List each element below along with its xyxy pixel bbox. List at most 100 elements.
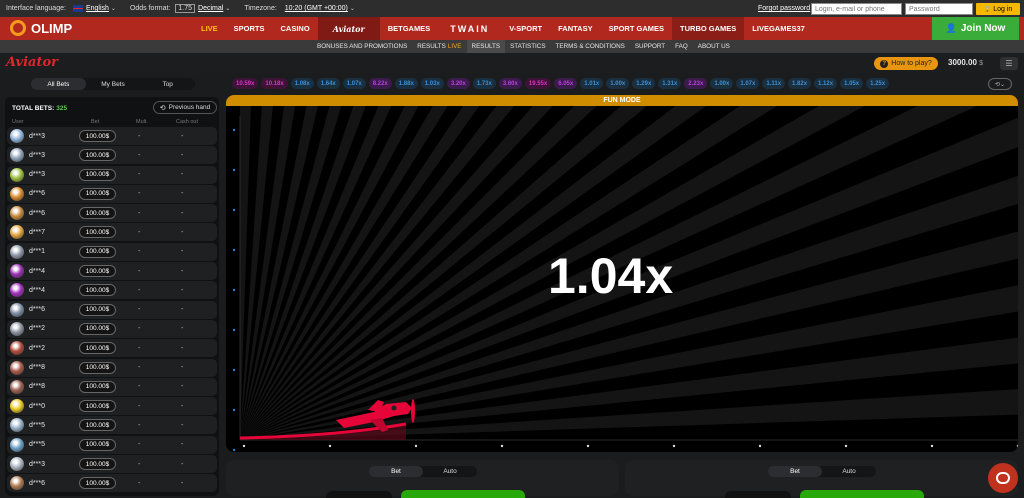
tab-auto[interactable]: Auto	[822, 466, 876, 477]
subnav-bonuses-label: BONUSES AND PROMOTIONS	[317, 43, 408, 50]
table-row: d***1 100.00$ - -	[7, 242, 217, 261]
place-bet-button[interactable]	[800, 490, 924, 498]
join-now-button[interactable]: 👤 Join Now	[932, 17, 1019, 40]
history-multiplier-badge[interactable]: 1.29x	[632, 78, 656, 89]
row-mult: -	[138, 325, 141, 333]
language-value[interactable]: English	[86, 5, 109, 12]
aviator-logo: Aviator	[6, 55, 58, 70]
balance-amount: 3000.00	[948, 58, 977, 67]
history-multiplier-badge[interactable]: 3.60x	[498, 78, 522, 89]
table-row: d***6 100.00$ - -	[7, 184, 217, 203]
row-cashout: -	[181, 190, 184, 198]
avatar	[10, 148, 24, 163]
tab-auto[interactable]: Auto	[423, 466, 477, 477]
history-multiplier-badge[interactable]: 1.08x	[290, 78, 314, 89]
history-multiplier-badge[interactable]: 1.73x	[472, 78, 496, 89]
avatar	[10, 283, 24, 298]
row-mult: -	[138, 421, 141, 429]
chat-button[interactable]	[988, 463, 1018, 493]
row-cashout: -	[181, 286, 184, 294]
nav-item-betgames[interactable]: BETGAMES	[380, 17, 439, 40]
forgot-password-link[interactable]: Forgot password	[758, 5, 810, 12]
hamburger-menu-icon[interactable]: ☰	[1000, 57, 1018, 70]
table-row: d***8 100.00$ - -	[7, 377, 217, 396]
nav-item-twain[interactable]: TWAIN	[438, 17, 501, 40]
timezone-setting[interactable]: Timezone: 10:20 (GMT +00:00) ⌄	[244, 5, 355, 12]
history-multiplier-badge[interactable]: 1.25x	[866, 78, 890, 89]
history-multiplier-badge[interactable]: 1.31x	[658, 78, 682, 89]
timezone-value[interactable]: 10:20 (GMT +00:00)	[285, 5, 348, 12]
avatar	[10, 302, 24, 317]
history-multiplier-badge[interactable]: 1.82x	[788, 78, 812, 89]
nav-item-aviator[interactable]: Aviator	[317, 17, 380, 40]
odds-setting[interactable]: Odds format: 1.75 Decimal ⌄	[130, 4, 230, 13]
history-multiplier-badge[interactable]: 1.01x	[580, 78, 604, 89]
subnav-bonuses[interactable]: BONUSES AND PROMOTIONS	[312, 40, 412, 53]
history-multiplier-badge[interactable]: 10.59x	[232, 78, 259, 89]
login-input[interactable]	[811, 3, 902, 15]
bet-amount-control[interactable]	[725, 491, 791, 498]
row-bet: 100.00$	[79, 380, 116, 393]
row-bet: 100.00$	[79, 168, 116, 181]
history-multiplier-badge[interactable]: 1.03x	[420, 78, 444, 89]
row-bet: 100.00$	[79, 342, 116, 355]
tab-all-bets[interactable]: All Bets	[31, 78, 86, 90]
subnav-faq[interactable]: FAQ	[670, 40, 693, 53]
subnav-results[interactable]: RESULTS	[466, 40, 506, 53]
history-multiplier-badge[interactable]: 3.20x	[446, 78, 470, 89]
history-multiplier-badge[interactable]: 1.11x	[762, 78, 786, 89]
history-multiplier-badge[interactable]: 1.88x	[394, 78, 418, 89]
nav-item-sport-games[interactable]: SPORT GAMES	[601, 17, 672, 40]
tab-my-bets[interactable]: My Bets	[86, 78, 141, 90]
history-multiplier-badge[interactable]: 6.05x	[554, 78, 578, 89]
chevron-down-icon[interactable]: ⌄	[111, 5, 116, 12]
history-multiplier-badge[interactable]: 19.55x	[524, 78, 552, 89]
history-multiplier-badge[interactable]: 1.07x	[736, 78, 760, 89]
chevron-down-icon[interactable]: ⌄	[350, 5, 355, 12]
subnav-support[interactable]: SUPPORT	[630, 40, 670, 53]
nav-item-sports[interactable]: SPORTS	[226, 17, 273, 40]
history-multiplier-badge[interactable]: 1.05x	[840, 78, 864, 89]
history-dropdown-button[interactable]: ⟲ ⌄	[988, 78, 1012, 90]
subnav-support-label: SUPPORT	[634, 43, 666, 50]
subnav-terms[interactable]: TERMS & CONDITIONS	[551, 40, 630, 53]
row-mult: -	[138, 267, 141, 275]
tab-bet[interactable]: Bet	[768, 466, 822, 477]
language-setting[interactable]: Interface language: English ⌄	[6, 5, 116, 12]
history-multiplier-badge[interactable]: 1.00x	[710, 78, 734, 89]
odds-value[interactable]: Decimal	[198, 5, 223, 12]
history-multiplier-badge[interactable]: 1.64x	[316, 78, 340, 89]
subnav-results-live[interactable]: RESULTS LIVE	[412, 40, 466, 53]
chevron-down-icon[interactable]: ⌄	[225, 5, 230, 12]
history-multiplier-badge[interactable]: 1.00x	[606, 78, 630, 89]
nav-item-turbo-games[interactable]: TURBO GAMES	[672, 17, 745, 40]
row-mult: -	[138, 132, 141, 140]
history-multiplier-badge[interactable]: 10.18x	[261, 78, 288, 89]
bets-panel: All Bets My Bets Top TOTAL BETS: 325 ⟲ Pr…	[3, 76, 221, 496]
row-cashout: -	[181, 132, 184, 140]
history-multiplier-badge[interactable]: 8.22x	[368, 78, 392, 89]
tab-top[interactable]: Top	[140, 78, 195, 90]
row-bet: 100.00$	[79, 322, 116, 335]
subnav-statistics[interactable]: STATISTICS	[505, 40, 550, 53]
login-button[interactable]: 🔒 Log in	[976, 3, 1020, 15]
nav-item-livegames37[interactable]: LIVEGAMES37	[744, 17, 813, 40]
tab-bet[interactable]: Bet	[369, 466, 423, 477]
previous-hand-button[interactable]: ⟲ Previous hand	[153, 101, 217, 114]
bet-amount-control[interactable]	[326, 491, 392, 498]
nav-item-live[interactable]: LIVE	[193, 17, 226, 40]
brand-logo[interactable]: OLIMP	[10, 20, 72, 36]
subnav-about-us[interactable]: ABOUT US	[693, 40, 735, 53]
how-to-play-button[interactable]: ? How to play?	[874, 57, 938, 70]
nav-item-fantasy[interactable]: FANTASY	[550, 17, 600, 40]
history-multiplier-badge[interactable]: 2.23x	[684, 78, 708, 89]
row-cashout: -	[181, 364, 184, 372]
nav-item-vsport[interactable]: V-SPORT	[501, 17, 550, 40]
col-user: User	[12, 119, 24, 125]
password-input[interactable]	[905, 3, 973, 15]
place-bet-button[interactable]	[401, 490, 525, 498]
history-multiplier-badge[interactable]: 1.12x	[814, 78, 838, 89]
avatar	[10, 167, 24, 182]
nav-item-casino[interactable]: CASINO	[273, 17, 318, 40]
history-multiplier-badge[interactable]: 1.07x	[342, 78, 366, 89]
